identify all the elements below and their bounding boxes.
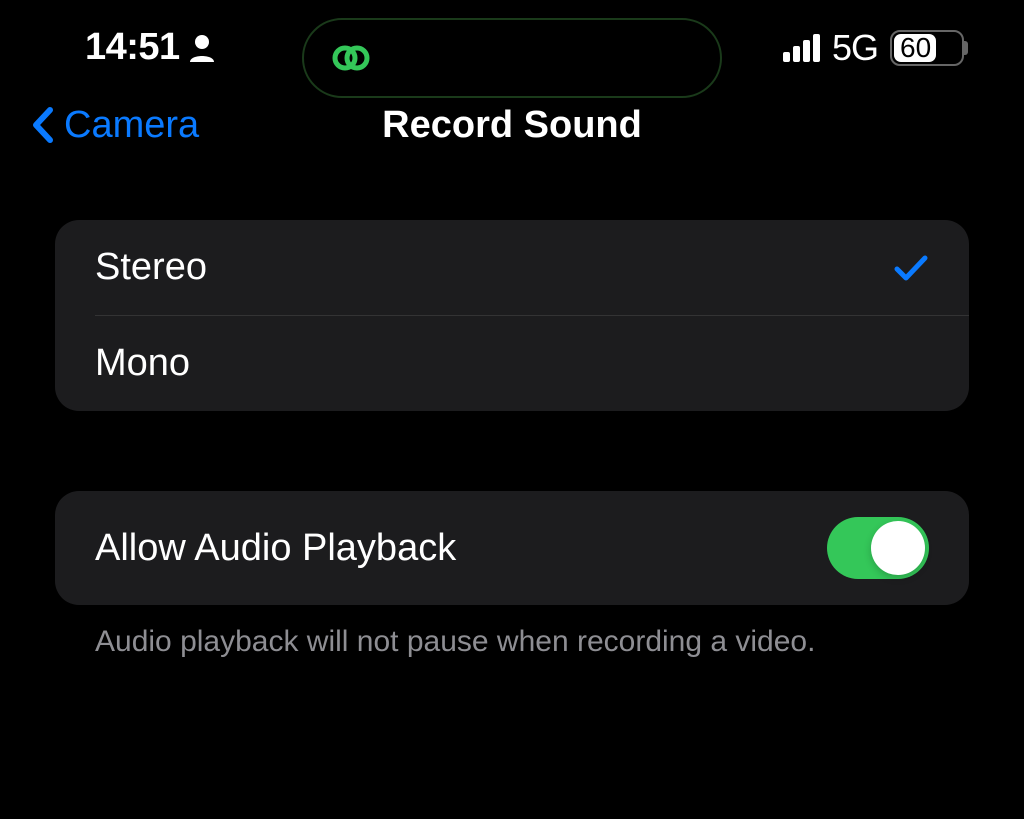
option-mono[interactable]: Mono	[95, 315, 969, 411]
checkmark-icon	[893, 250, 929, 286]
allow-audio-playback-toggle[interactable]	[827, 517, 929, 579]
option-label: Stereo	[95, 246, 207, 289]
link-icon	[329, 36, 373, 80]
option-label: Mono	[95, 342, 190, 385]
toggle-knob	[871, 521, 925, 575]
chevron-left-icon	[30, 106, 58, 144]
battery-level: 60	[892, 32, 931, 64]
content: Stereo Mono Allow Audio Playback Audio p…	[0, 185, 1024, 679]
status-bar: 14:51 5G 60	[0, 0, 1024, 95]
page-title: Record Sound	[382, 104, 642, 147]
toggle-label: Allow Audio Playback	[95, 527, 456, 570]
status-right: 5G 60	[783, 27, 964, 69]
signal-icon	[783, 34, 820, 62]
option-stereo[interactable]: Stereo	[55, 220, 969, 315]
dynamic-island[interactable]	[302, 18, 722, 98]
network-label: 5G	[832, 27, 878, 69]
group-footer: Audio playback will not pause when recor…	[55, 605, 969, 679]
back-button[interactable]: Camera	[30, 104, 199, 147]
sound-mode-group: Stereo Mono	[55, 220, 969, 411]
status-time: 14:51	[85, 26, 180, 69]
playback-group: Allow Audio Playback	[55, 491, 969, 605]
allow-audio-playback-row[interactable]: Allow Audio Playback	[55, 491, 969, 605]
status-left: 14:51	[85, 26, 214, 69]
battery-icon: 60	[890, 30, 964, 66]
nav-bar: Camera Record Sound	[0, 95, 1024, 185]
back-label: Camera	[64, 104, 199, 147]
person-icon	[190, 34, 214, 62]
